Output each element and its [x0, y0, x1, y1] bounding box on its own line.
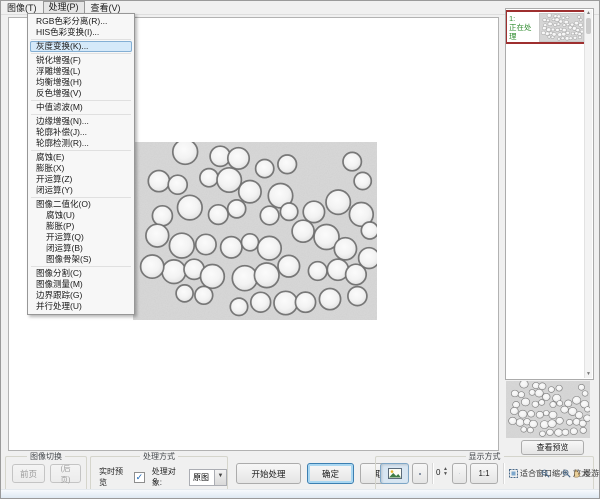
menu-item[interactable]: 反色增强(V) — [28, 88, 134, 99]
menu-item[interactable]: 图像二值化(O) — [28, 199, 134, 210]
hand-icon — [572, 469, 581, 478]
grid-icon — [419, 469, 421, 479]
menu-item[interactable]: 边缘增强(N)... — [28, 116, 134, 127]
pan-button[interactable]: 漫游 — [572, 468, 599, 479]
realtime-preview-checkbox[interactable]: ✓ — [134, 472, 145, 483]
fit-window-icon — [509, 469, 518, 478]
list-item-status: 正在处理 — [509, 23, 539, 41]
microscope-image — [133, 142, 377, 320]
prev-page-button[interactable]: 前页 — [12, 464, 45, 483]
menu-item[interactable]: 膨胀(P) — [28, 221, 134, 232]
scroll-down-icon[interactable]: ▼ — [585, 371, 592, 378]
page-switch-group: 图像切换 前页 (后页) — [5, 456, 87, 491]
process-options-group: 处理方式 实时预览 ✓ 处理对象: 原图 ▼ — [90, 456, 228, 491]
magnifier-button[interactable] — [452, 463, 467, 484]
menu-item[interactable]: 浮雕增强(L) — [28, 66, 134, 77]
list-item-thumbnail[interactable] — [539, 13, 584, 42]
menu-item-highlighted[interactable]: 灰度变换(K)... — [30, 41, 132, 52]
page-switch-group-label: 图像切换 — [27, 451, 65, 462]
start-process-button[interactable]: 开始处理 — [236, 463, 301, 484]
menu-separator — [31, 150, 131, 151]
app-window: 图像(T)处理(P)查看(V) RGB色彩分离(R)...HIS色彩变换(I).… — [0, 0, 600, 499]
display-mode-group: 显示方式 0 ▲▼ 1:1 — [375, 456, 594, 491]
zoom-in-icon — [562, 469, 571, 478]
menu-separator — [31, 100, 131, 101]
process-menu-popup: RGB色彩分离(R)...HIS色彩变换(I)... 灰度变换(K)... 锐化增强… — [27, 13, 135, 315]
menu-item[interactable]: 轮廓检测(R)... — [28, 138, 134, 149]
menu-separator — [31, 197, 131, 198]
zoom-value: 0 — [436, 468, 440, 477]
menu-item[interactable]: 图像分割(C) — [28, 268, 134, 279]
menu-separator — [31, 39, 131, 40]
window-footer — [1, 489, 599, 498]
menu-item[interactable]: 并行处理(U) — [28, 301, 134, 312]
stepper-down-icon[interactable]: ▼ — [443, 472, 448, 477]
image-list[interactable]: 1: 正在处理 ▲ ▼ — [505, 8, 594, 380]
menu-item[interactable]: 闭运算(Y) — [28, 185, 134, 196]
menu-item[interactable]: 图像骨架(S) — [28, 254, 134, 265]
menu-item[interactable]: 闭运算(B) — [28, 243, 134, 254]
preview-button[interactable]: 查看预览 — [521, 440, 584, 455]
menu-item[interactable]: 膨胀(X) — [28, 163, 134, 174]
process-target-label: 处理对象: — [152, 466, 185, 488]
next-page-button[interactable]: (后页) — [50, 464, 81, 483]
process-target-combobox[interactable]: 原图 ▼ — [189, 469, 227, 486]
process-options-group-label: 处理方式 — [140, 451, 178, 462]
actual-size-button[interactable]: 1:1 — [470, 463, 498, 484]
menu-item[interactable]: 轮廓补偿(J)... — [28, 127, 134, 138]
menu-item[interactable]: 均衡增强(H) — [28, 77, 134, 88]
list-item-caption: 1: 正在处理 — [507, 14, 539, 41]
menu-item[interactable]: 边界跟踪(G) — [28, 290, 134, 301]
preview-thumbnail[interactable] — [506, 381, 590, 438]
list-item-number: 1: — [509, 14, 539, 23]
list-scrollbar[interactable]: ▲ ▼ — [584, 10, 592, 378]
menu-item[interactable]: 开运算(Z) — [28, 174, 134, 185]
menu-item[interactable]: 开运算(Q) — [28, 232, 134, 243]
chevron-down-icon[interactable]: ▼ — [214, 470, 226, 485]
menu-item[interactable]: 锐化增强(F) — [28, 55, 134, 66]
menu-separator — [31, 114, 131, 115]
menu-item[interactable]: 中值滤波(M) — [28, 102, 134, 113]
toolbar-divider — [432, 463, 433, 484]
ok-button[interactable]: 确定 — [307, 463, 354, 484]
menu-item[interactable]: 腐蚀(E) — [28, 152, 134, 163]
menu-item[interactable]: HIS色彩变换(I)... — [28, 27, 134, 38]
menubar-item[interactable]: 查看(V) — [85, 2, 127, 14]
menubar-item[interactable]: 图像(T) — [1, 2, 43, 14]
zoom-out-icon — [541, 469, 550, 478]
image-view-button[interactable] — [380, 463, 409, 484]
menu-item[interactable]: 腐蚀(U) — [28, 210, 134, 221]
magnifier-icon — [459, 468, 460, 479]
picture-icon — [388, 468, 402, 479]
scrollbar-thumb[interactable] — [586, 18, 591, 34]
scroll-up-icon[interactable]: ▲ — [585, 10, 592, 17]
menu-item[interactable]: 图像测量(M) — [28, 279, 134, 290]
grid-view-button[interactable] — [412, 463, 428, 484]
menu-separator — [31, 266, 131, 267]
display-mode-group-label: 显示方式 — [466, 451, 504, 462]
image-list-item-selected[interactable]: 1: 正在处理 — [506, 10, 585, 44]
menu-item[interactable]: RGB色彩分离(R)... — [28, 16, 134, 27]
menu-separator — [31, 53, 131, 54]
toolbar-divider — [503, 463, 504, 484]
realtime-preview-label: 实时预览 — [99, 466, 130, 488]
zoom-stepper[interactable]: ▲▼ — [443, 467, 448, 477]
combobox-value: 原图 — [190, 472, 214, 483]
